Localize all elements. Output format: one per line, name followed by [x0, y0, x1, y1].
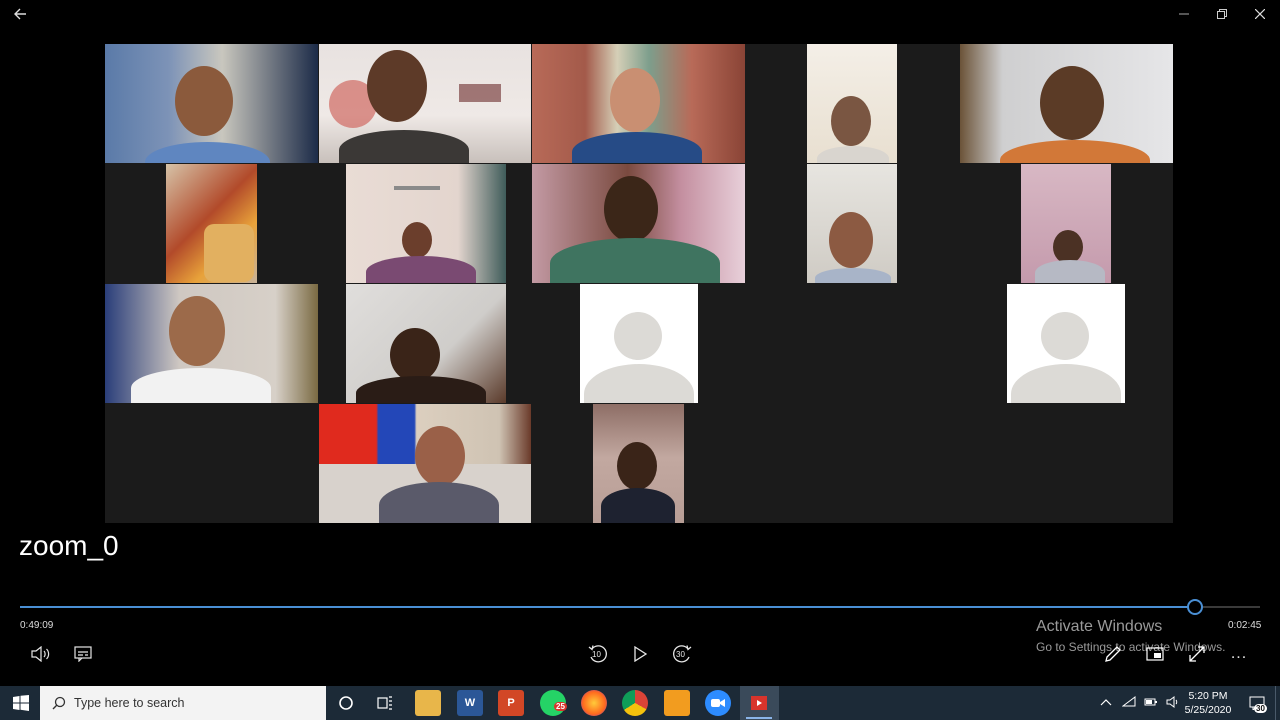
search-placeholder: Type here to search — [74, 696, 185, 710]
minimize-button[interactable] — [1164, 0, 1204, 28]
speaker-icon[interactable] — [1166, 695, 1180, 711]
active-indicator — [746, 717, 772, 719]
mini-view-icon — [1146, 647, 1164, 661]
start-button[interactable] — [8, 690, 34, 716]
expand-icon — [1189, 646, 1205, 662]
participant-tile — [319, 44, 531, 163]
cortana-icon — [339, 696, 353, 710]
whatsapp-badge: 25 — [554, 702, 567, 711]
more-button[interactable]: ... — [1228, 642, 1250, 666]
seek-progress — [20, 606, 1195, 608]
chevron-up-icon[interactable] — [1100, 697, 1112, 710]
battery-icon[interactable] — [1144, 697, 1158, 710]
participant-placeholder — [580, 284, 698, 403]
participant-placeholder — [1007, 284, 1125, 403]
participant-tile — [166, 164, 257, 283]
cortana-button[interactable] — [333, 690, 359, 716]
firefox-icon[interactable] — [581, 690, 607, 716]
video-frame[interactable] — [105, 44, 1173, 523]
participant-tile — [807, 44, 897, 163]
volume-icon — [31, 646, 50, 662]
remaining-time: 0:02:45 — [1228, 620, 1262, 631]
close-icon — [1255, 9, 1265, 19]
participant-tile — [346, 164, 506, 283]
notification-center-button[interactable]: 30 — [1244, 690, 1270, 716]
clock-date: 5/25/2020 — [1184, 704, 1232, 716]
seek-bar[interactable] — [20, 599, 1260, 615]
restore-button[interactable] — [1202, 0, 1242, 28]
participant-tile — [593, 404, 684, 523]
windows-logo-icon — [13, 695, 29, 711]
wifi-icon[interactable] — [1121, 695, 1136, 711]
participant-tile — [105, 44, 318, 163]
orange-app-icon[interactable] — [664, 690, 690, 716]
back-button[interactable] — [0, 0, 40, 28]
search-icon — [52, 696, 66, 710]
volume-button[interactable] — [30, 642, 52, 666]
play-button[interactable] — [630, 642, 650, 666]
skip-forward-button[interactable]: 30 — [670, 642, 694, 666]
skip-back-label: 10 — [592, 650, 601, 659]
skip-back-button[interactable]: 10 — [586, 642, 610, 666]
participant-tile — [1021, 164, 1111, 283]
fullscreen-button[interactable] — [1186, 642, 1208, 666]
participant-tile — [319, 404, 531, 523]
film-play-icon — [751, 696, 767, 710]
close-button[interactable] — [1240, 0, 1280, 28]
zoom-camera-icon — [711, 699, 725, 707]
whatsapp-icon[interactable]: 25 — [540, 690, 567, 716]
chrome-icon[interactable] — [622, 690, 648, 716]
participant-tile — [346, 284, 506, 403]
minimize-icon — [1179, 13, 1189, 15]
word-icon[interactable]: W — [457, 690, 483, 716]
task-view-button[interactable] — [373, 690, 399, 716]
elapsed-time: 0:49:09 — [20, 620, 54, 631]
task-view-icon — [377, 696, 392, 710]
video-title: zoom_0 — [19, 530, 119, 561]
participant-tile — [532, 164, 745, 283]
participant-tile — [960, 44, 1173, 163]
clock[interactable]: 5:20 PM 5/25/2020 — [1182, 689, 1234, 717]
restore-icon — [1217, 9, 1227, 19]
back-arrow-icon — [14, 8, 26, 20]
file-explorer-icon[interactable] — [415, 690, 441, 716]
taskbar: Type here to search W P 25 5:20 PM 5/25/… — [0, 686, 1280, 720]
zoom-icon[interactable] — [705, 690, 731, 716]
pencil-icon — [1105, 646, 1121, 662]
edit-button[interactable] — [1102, 642, 1124, 666]
participant-tile — [532, 44, 745, 163]
notification-badge: 30 — [1254, 704, 1267, 713]
participant-tile — [807, 164, 897, 283]
watermark-title: Activate Windows — [1036, 618, 1163, 635]
seek-thumb[interactable] — [1187, 599, 1204, 615]
clock-time: 5:20 PM — [1188, 690, 1228, 702]
participant-tile — [105, 284, 318, 403]
powerpoint-icon[interactable]: P — [498, 690, 524, 716]
video-player-icon[interactable] — [746, 690, 772, 716]
captions-icon — [74, 646, 92, 662]
captions-button[interactable] — [72, 642, 94, 666]
taskbar-search[interactable]: Type here to search — [40, 686, 326, 720]
show-desktop-button[interactable] — [1275, 686, 1280, 720]
play-icon — [634, 646, 647, 662]
system-tray — [1100, 686, 1180, 720]
skip-forward-label: 30 — [676, 650, 685, 659]
mini-view-button[interactable] — [1144, 642, 1166, 666]
